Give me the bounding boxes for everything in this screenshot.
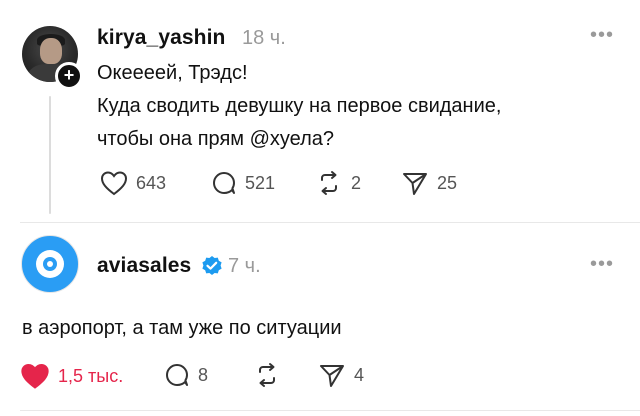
like-button[interactable]: 643 (100, 170, 166, 196)
share-button[interactable]: 25 (401, 170, 457, 196)
comment-icon (166, 364, 188, 386)
like-count: 1,5 тыс. (58, 365, 124, 386)
more-options-icon[interactable]: ••• (590, 253, 614, 276)
timestamp: 18 ч. (242, 27, 286, 49)
follow-button[interactable]: + (55, 62, 83, 90)
post-kirya-yashin: + kirya_yashin 18 ч. ••• Океееей, Трэдс!… (0, 0, 640, 222)
repost-button[interactable]: 2 (315, 170, 361, 196)
post-text-line-3: чтобы она прям @хуела? (97, 128, 335, 150)
post-text: в аэропорт, а там уже по ситуации (22, 317, 342, 339)
repost-button[interactable] (253, 362, 289, 388)
username[interactable]: aviasales (97, 254, 191, 278)
share-count: 25 (437, 172, 458, 193)
share-count: 4 (354, 364, 365, 385)
heart-filled-icon (21, 363, 49, 389)
divider (20, 410, 640, 411)
comment-count: 521 (245, 172, 276, 193)
verified-badge-icon (202, 256, 222, 275)
send-icon (403, 173, 427, 195)
comment-button[interactable]: 8 (164, 362, 208, 388)
heart-icon (100, 171, 128, 196)
username[interactable]: kirya_yashin (97, 26, 225, 50)
timestamp: 7 ч. (228, 255, 261, 277)
post-aviasales: aviasales 7 ч. ••• в аэропорт, а там уже… (0, 222, 640, 416)
like-count: 643 (136, 172, 167, 193)
more-options-icon[interactable]: ••• (590, 24, 614, 47)
avatar-face (40, 38, 62, 64)
repost-icon (321, 171, 337, 195)
repost-icon (259, 363, 275, 387)
share-button[interactable]: 4 (318, 362, 364, 388)
post-text-line-2: Куда сводить девушку на первое свидание, (97, 95, 502, 117)
comment-button[interactable]: 521 (211, 170, 275, 196)
thread-line (49, 96, 51, 214)
send-icon (320, 365, 344, 387)
comment-count: 8 (198, 364, 209, 385)
aviasales-logo-dot (47, 261, 53, 267)
post-text-line-1: Океееей, Трэдс! (97, 62, 248, 84)
comment-icon (213, 172, 235, 194)
repost-count: 2 (351, 172, 362, 193)
avatar[interactable] (21, 235, 79, 293)
like-button[interactable]: 1,5 тыс. (20, 362, 123, 390)
